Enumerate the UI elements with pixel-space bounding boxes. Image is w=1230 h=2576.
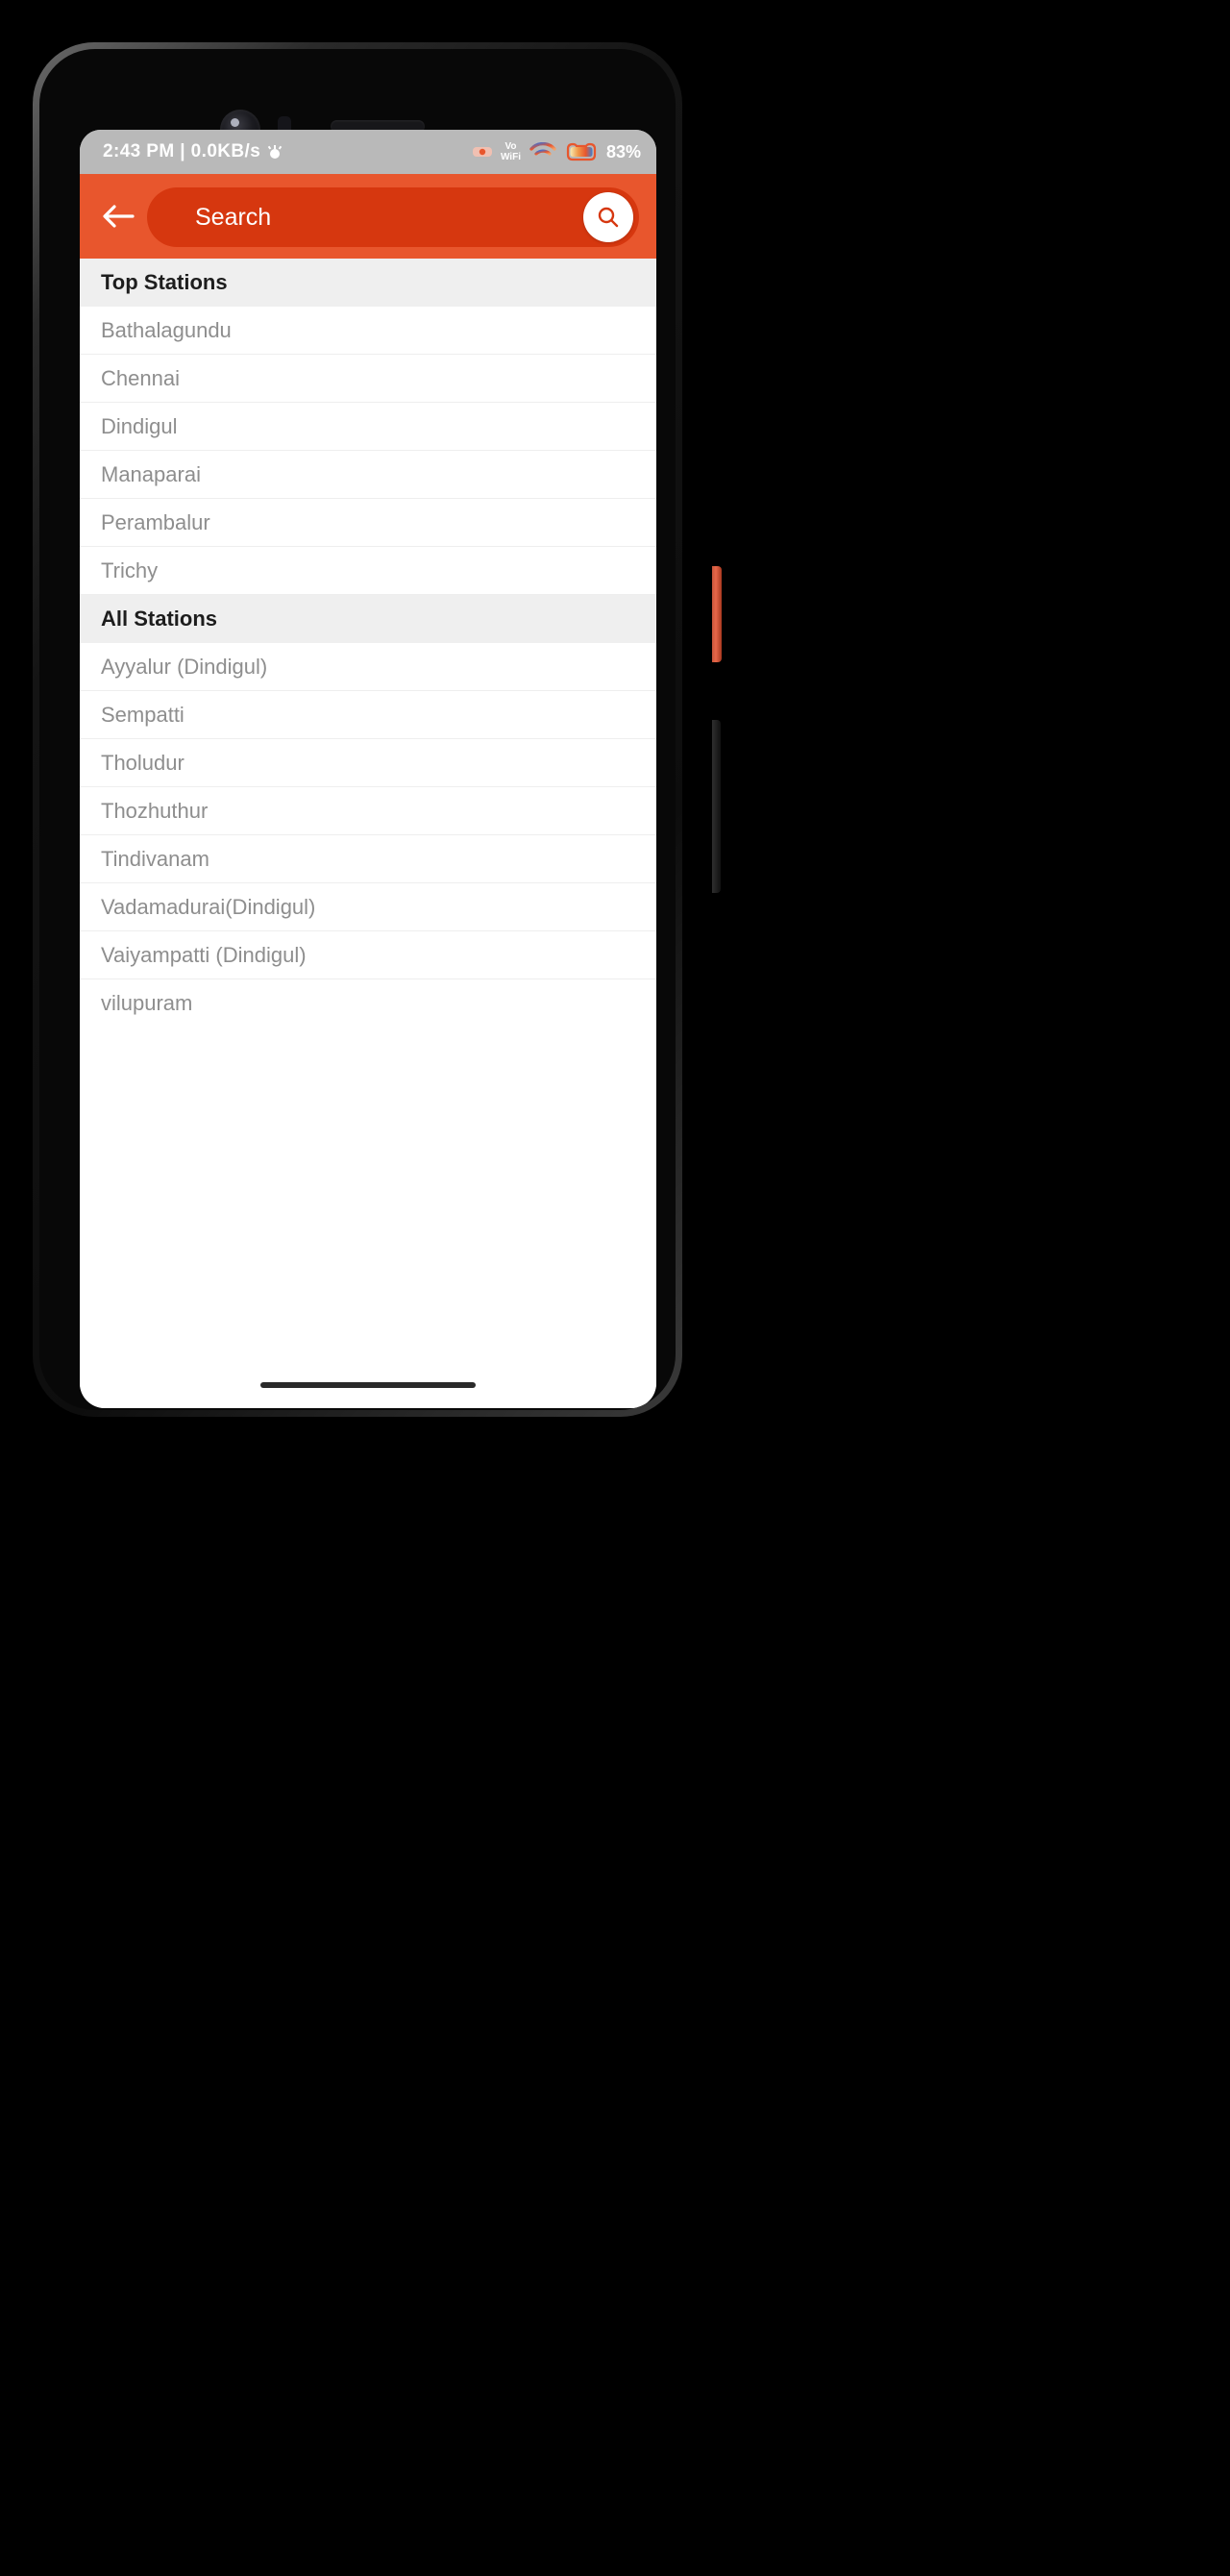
navigation-bar [80, 1362, 656, 1408]
status-bar-right: Vo WiFi 83% [472, 141, 641, 162]
wifi-icon [529, 142, 556, 156]
station-list[interactable]: Top Stations Bathalagundu Chennai Dindig… [80, 259, 656, 1362]
list-item[interactable]: Chennai [80, 355, 656, 403]
search-submit-button[interactable] [583, 192, 633, 242]
back-arrow-icon [103, 205, 135, 228]
status-bar: 2:43 PM | 0.0KB/s Vo WiFi 83% [80, 130, 656, 174]
list-item[interactable]: Vadamadurai(Dindigul) [80, 883, 656, 931]
list-item[interactable]: Vaiyampatti (Dindigul) [80, 931, 656, 979]
volte-wifi-label: Vo WiFi [501, 141, 521, 162]
list-item[interactable]: Bathalagundu [80, 307, 656, 355]
list-item[interactable]: Sempatti [80, 691, 656, 739]
phone-bezel: 2:43 PM | 0.0KB/s Vo WiFi 83% Search Top… [39, 49, 676, 1410]
list-item[interactable]: Trichy [80, 547, 656, 595]
sim-signal-icon [472, 147, 492, 157]
section-header-all-stations: All Stations [80, 595, 656, 643]
power-button[interactable] [712, 566, 722, 662]
section-header-top-stations: Top Stations [80, 259, 656, 307]
volte-label-line1: Vo [504, 141, 517, 152]
app-bar [80, 174, 656, 259]
camera-glint [231, 118, 239, 127]
list-item[interactable]: Perambalur [80, 499, 656, 547]
search-bar[interactable] [147, 187, 639, 247]
list-item[interactable]: Dindigul [80, 403, 656, 451]
search-input[interactable] [195, 203, 579, 232]
alarm-icon [267, 145, 283, 159]
battery-icon [566, 142, 597, 161]
list-item[interactable]: Ayyalur (Dindigul) [80, 643, 656, 691]
volte-label-line2: WiFi [500, 152, 521, 162]
battery-percent-label: 83% [605, 141, 641, 161]
status-time-and-network-speed: 2:43 PM | 0.0KB/s [103, 141, 261, 161]
volume-button[interactable] [712, 720, 721, 893]
list-item[interactable]: Manaparai [80, 451, 656, 499]
list-item[interactable]: Tindivanam [80, 835, 656, 883]
phone-screen: 2:43 PM | 0.0KB/s Vo WiFi 83% Search Top… [80, 130, 656, 1408]
status-bar-left: 2:43 PM | 0.0KB/s [103, 141, 283, 162]
home-gesture-pill[interactable] [260, 1382, 476, 1388]
list-item[interactable]: Tholudur [80, 739, 656, 787]
phone-device-frame: 2:43 PM | 0.0KB/s Vo WiFi 83% Search Top… [33, 42, 722, 1417]
search-icon [598, 207, 619, 228]
list-item[interactable]: vilupuram [80, 979, 656, 1028]
back-button[interactable] [95, 193, 141, 239]
list-item[interactable]: Thozhuthur [80, 787, 656, 835]
